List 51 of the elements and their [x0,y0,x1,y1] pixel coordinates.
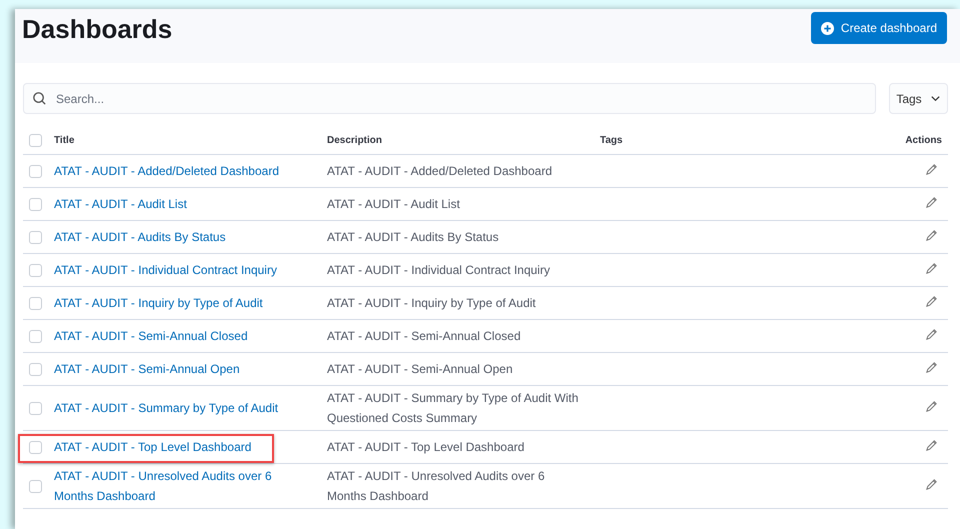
description-cell-text: ATAT - AUDIT - Audit List [327,196,461,213]
tags-filter-button[interactable]: Tags [889,83,948,114]
dashboard-link[interactable]: ATAT - AUDIT - Semi-Annual Closed [54,326,279,346]
dashboard-link[interactable]: ATAT - AUDIT - Inquiry by Type of Audit [54,293,279,313]
pencil-icon[interactable] [925,262,938,275]
description-cell-text: ATAT - AUDIT - Summary by Type of Audit With Questioned Costs Summary [327,390,580,427]
pencil-icon[interactable] [925,163,938,176]
row-checkbox[interactable] [29,230,42,244]
pencil-icon[interactable] [925,400,938,413]
column-header: Description [327,135,384,146]
pencil-icon[interactable] [925,196,938,209]
dashboard-link[interactable]: ATAT - AUDIT - Individual Contract Inquiry [54,260,279,280]
pencil-icon[interactable] [925,361,938,374]
dashboard-link[interactable]: ATAT - AUDIT - Semi-Annual Open [54,359,279,379]
pencil-icon[interactable] [925,229,938,242]
row-checkbox[interactable] [29,480,42,492]
row-checkbox[interactable] [29,164,42,178]
pencil-icon[interactable] [925,295,938,308]
pencil-icon[interactable] [925,478,938,491]
column-header: Actions [904,135,943,146]
dashboard-link[interactable]: ATAT - AUDIT - Unresolved Audits over 6 Months Dashboard [54,466,279,506]
pencil-icon[interactable] [925,439,938,452]
description-cell-text: ATAT - AUDIT - Added/Deleted Dashboard [327,163,553,180]
row-checkbox[interactable] [29,362,42,376]
dashboard-link[interactable]: ATAT - AUDIT - Audits By Status [54,227,279,247]
row-checkbox[interactable] [29,402,42,414]
dashboard-link[interactable]: ATAT - AUDIT - Top Level Dashboard [54,437,279,457]
column-header: Tags [600,135,624,146]
select-all-checkbox[interactable] [29,134,42,147]
dashboard-link[interactable]: ATAT - AUDIT - Audit List [54,194,279,214]
plus-circle-icon [820,22,834,34]
description-cell-text: ATAT - AUDIT - Semi-Annual Closed [327,328,522,345]
row-checkbox[interactable] [29,440,42,454]
pencil-icon[interactable] [925,328,938,341]
row-checkbox[interactable] [29,330,42,342]
description-cell-text: ATAT - AUDIT - Top Level Dashboard [327,439,526,456]
create-dashboard-button[interactable]: Create dashboard [810,12,947,44]
column-header: Title [54,135,76,146]
description-cell-text: ATAT - AUDIT - Audits By Status [327,229,500,246]
row-checkbox[interactable] [29,264,42,276]
row-checkbox[interactable] [29,198,42,210]
row-checkbox[interactable] [29,296,42,310]
description-cell-text: ATAT - AUDIT - Individual Contract Inquiry [327,262,551,279]
description-cell-text: ATAT - AUDIT - Semi-Annual Open [327,361,514,378]
dashboard-link[interactable]: ATAT - AUDIT - Summary by Type of Audit [54,398,279,418]
chevron-down-icon [930,93,941,104]
search-field[interactable]: Search... [23,83,876,114]
description-cell-text: ATAT - AUDIT - Inquiry by Type of Audit [327,295,537,312]
description-cell-text: ATAT - AUDIT - Unresolved Audits over 6 Months Dashboard [327,468,546,505]
page-title: Dashboards [22,14,172,45]
dashboard-link[interactable]: ATAT - AUDIT - Added/Deleted Dashboard [54,161,279,181]
